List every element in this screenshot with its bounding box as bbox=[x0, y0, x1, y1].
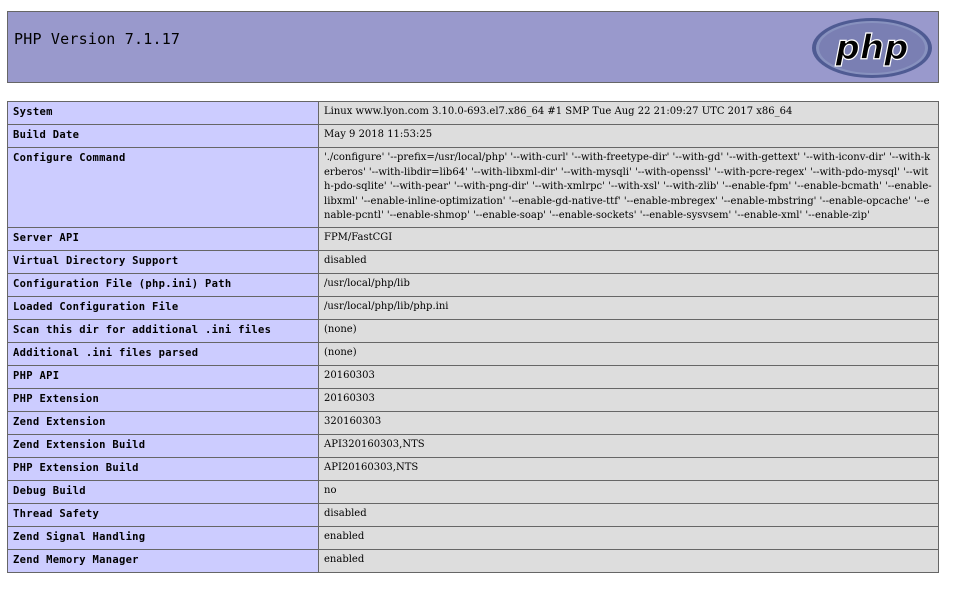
row-label: PHP API bbox=[7, 364, 319, 389]
row-value: disabled bbox=[318, 502, 939, 527]
table-row: Additional .ini files parsed (none) bbox=[7, 341, 939, 366]
table-row: Zend Signal Handling enabled bbox=[7, 525, 939, 550]
row-label: PHP Extension Build bbox=[7, 456, 319, 481]
table-row: PHP API 20160303 bbox=[7, 364, 939, 389]
php-logo-text: php bbox=[835, 28, 909, 68]
table-row: PHP Extension 20160303 bbox=[7, 387, 939, 412]
table-row: Zend Memory Manager enabled bbox=[7, 548, 939, 573]
row-label: Build Date bbox=[7, 124, 319, 148]
row-value: May 9 2018 11:53:25 bbox=[318, 124, 939, 148]
row-label: Virtual Directory Support bbox=[7, 249, 319, 274]
row-value: enabled bbox=[318, 525, 939, 550]
row-value: (none) bbox=[318, 318, 939, 343]
table-row: Scan this dir for additional .ini files(… bbox=[7, 318, 939, 343]
table-row: Virtual Directory Support disabled bbox=[7, 249, 939, 274]
row-value: 20160303 bbox=[318, 387, 939, 412]
php-info-table: System Linux www.lyon.com 3.10.0-693.el7.… bbox=[7, 101, 939, 573]
row-value: disabled bbox=[318, 249, 939, 274]
row-value: API320160303,NTS bbox=[318, 433, 939, 458]
table-row: Debug Build no bbox=[7, 479, 939, 504]
row-value: no bbox=[318, 479, 939, 504]
table-row: Thread Safety disabled bbox=[7, 502, 939, 527]
page-title: PHP Version 7.1.17 bbox=[14, 30, 181, 48]
row-label: Scan this dir for additional .ini files bbox=[7, 318, 319, 343]
php-logo-icon: php bbox=[812, 18, 932, 78]
row-label: Thread Safety bbox=[7, 502, 319, 527]
row-label: Server API bbox=[7, 226, 319, 251]
table-row: Loaded Configuration File/usr/local/php/… bbox=[7, 295, 939, 320]
row-value: API20160303,NTS bbox=[318, 456, 939, 481]
row-label: Configure Command bbox=[7, 147, 319, 228]
row-value: 20160303 bbox=[318, 364, 939, 389]
row-label: System bbox=[7, 101, 319, 125]
table-row: PHP Extension Build API20160303,NTS bbox=[7, 456, 939, 481]
row-label: Zend Signal Handling bbox=[7, 525, 319, 550]
row-value: (none) bbox=[318, 341, 939, 366]
table-row: Configuration File (php.ini) Path/usr/lo… bbox=[7, 272, 939, 297]
row-label: Zend Extension bbox=[7, 410, 319, 435]
row-value: /usr/local/php/lib bbox=[318, 272, 939, 297]
row-label: Additional .ini files parsed bbox=[7, 341, 319, 366]
row-value: './configure' '--prefix=/usr/local/php' … bbox=[318, 147, 939, 228]
php-version-header: PHP Version 7.1.17 php bbox=[7, 11, 939, 83]
row-label: PHP Extension bbox=[7, 387, 319, 412]
row-label: Zend Memory Manager bbox=[7, 548, 319, 573]
row-label: Configuration File (php.ini) Path bbox=[7, 272, 319, 297]
row-label: Zend Extension Build bbox=[7, 433, 319, 458]
row-value: FPM/FastCGI bbox=[318, 226, 939, 251]
table-row: Server API FPM/FastCGI bbox=[7, 226, 939, 251]
row-value: enabled bbox=[318, 548, 939, 573]
row-label: Loaded Configuration File bbox=[7, 295, 319, 320]
row-label: Debug Build bbox=[7, 479, 319, 504]
row-value: 320160303 bbox=[318, 410, 939, 435]
table-row: Zend Extension Build API320160303,NTS bbox=[7, 433, 939, 458]
table-row: Configure Command './configure' '--prefix… bbox=[7, 147, 939, 228]
table-row: Zend Extension 320160303 bbox=[7, 410, 939, 435]
table-row: Build Date May 9 2018 11:53:25 bbox=[7, 124, 939, 148]
row-value: /usr/local/php/lib/php.ini bbox=[318, 295, 939, 320]
row-value: Linux www.lyon.com 3.10.0-693.el7.x86_64… bbox=[318, 101, 939, 125]
table-row: System Linux www.lyon.com 3.10.0-693.el7.… bbox=[7, 101, 939, 125]
